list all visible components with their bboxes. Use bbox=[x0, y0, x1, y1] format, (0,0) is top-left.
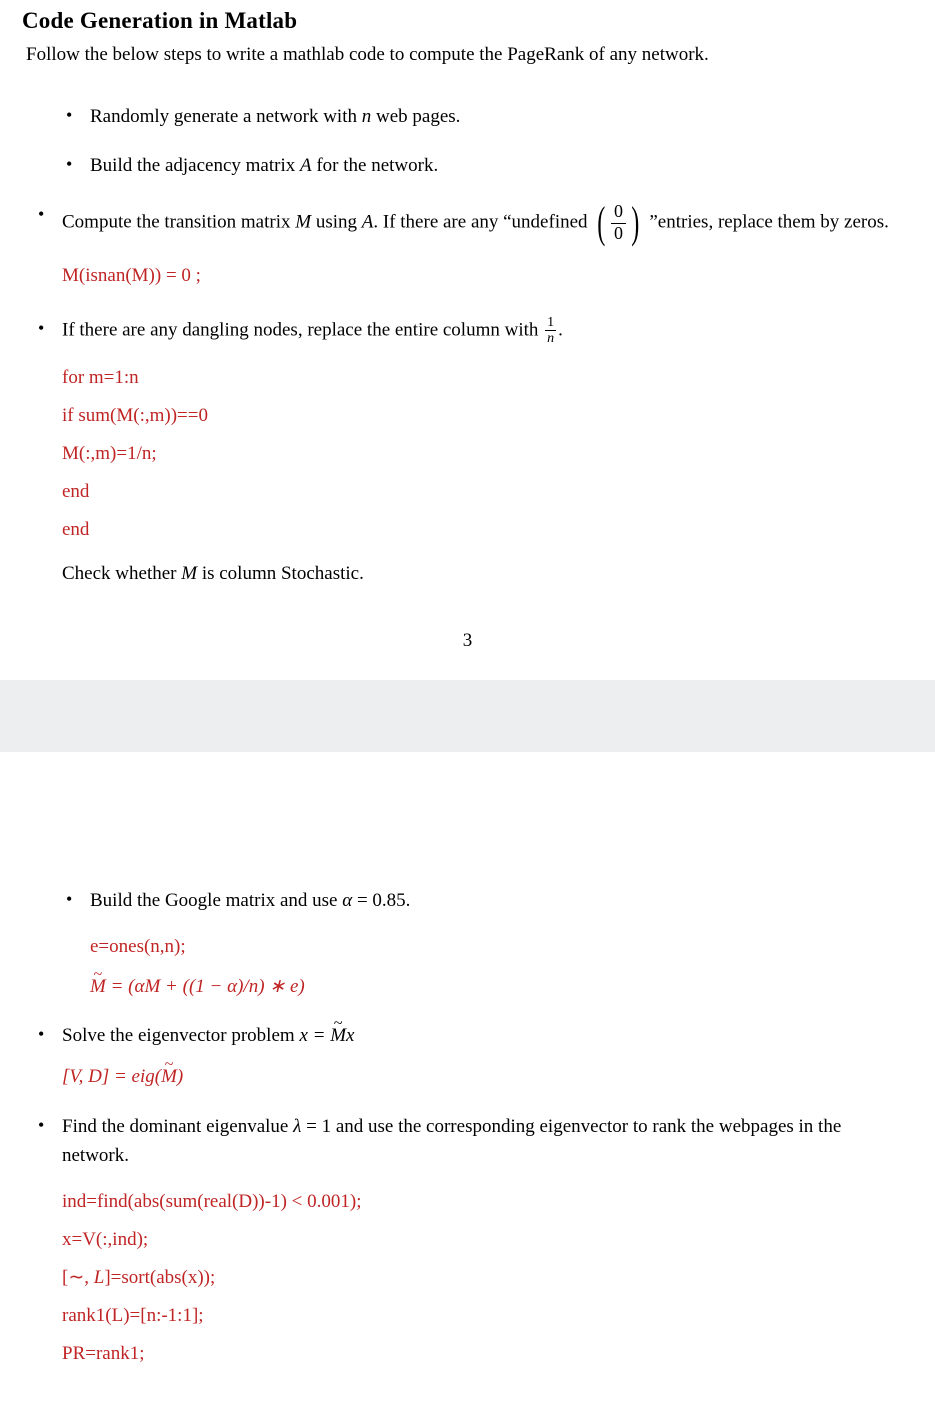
step-3-pre: Compute the transition matrix bbox=[62, 211, 295, 232]
eig-eq: x = Mx bbox=[299, 1025, 354, 1046]
step-4-pre: If there are any dangling nodes, replace… bbox=[62, 319, 543, 340]
step-5-eq: = 0.85. bbox=[352, 890, 410, 911]
var-alpha: α bbox=[342, 890, 352, 911]
left-paren-icon: ( bbox=[598, 201, 606, 245]
step-7-pre: Find the dominant eigenvalue bbox=[62, 1116, 293, 1137]
step-3: Compute the transition matrix M using A.… bbox=[38, 201, 913, 295]
page-gap bbox=[0, 680, 935, 752]
code-google-matrix: M = (αM + ((1 − α)/n) ∗ e) bbox=[90, 972, 913, 1001]
code-rank: ind=find(abs(sum(real(D))-1) < 0.001); x… bbox=[62, 1183, 913, 1373]
big-paren: ( 0 0 ) bbox=[594, 201, 642, 245]
intro-paragraph: Follow the below steps to write a mathla… bbox=[22, 44, 913, 66]
page-2: Build the Google matrix and use α = 0.85… bbox=[0, 878, 935, 1421]
fraction-0-0: 0 0 bbox=[611, 202, 626, 244]
fraction-1-n: 1 n bbox=[545, 315, 556, 347]
step-2: Build the adjacency matrix A for the net… bbox=[66, 151, 913, 180]
var-n: n bbox=[362, 106, 372, 127]
code-dangling: for m=1:n if sum(M(:,m))==0 M(:,m)=1/n; … bbox=[62, 359, 913, 549]
step-3-after: . If there are any “undefined bbox=[373, 211, 592, 232]
step-4-post: . bbox=[558, 319, 563, 340]
frac-den: 0 bbox=[612, 224, 625, 244]
code-eig: [V, D] = eig(M) bbox=[62, 1062, 913, 1091]
page-top-margin bbox=[0, 752, 935, 878]
step-2-text-pre: Build the adjacency matrix bbox=[90, 155, 300, 176]
step-list-page2: Build the Google matrix and use α = 0.85… bbox=[22, 886, 913, 1373]
var-M2: M bbox=[181, 563, 197, 584]
var-A2: A bbox=[362, 211, 374, 232]
step-4-check: Check whether M is column Stochastic. bbox=[62, 559, 913, 588]
frac-den-n: n bbox=[545, 331, 556, 346]
var-M: M bbox=[295, 211, 311, 232]
step-6: Solve the eigenvector problem x = Mx [V,… bbox=[38, 1021, 913, 1092]
check-pre: Check whether bbox=[62, 563, 181, 584]
code-ones: e=ones(n,n); bbox=[90, 928, 913, 966]
section-heading: Code Generation in Matlab bbox=[22, 8, 913, 34]
step-1-text-pre: Randomly generate a network with bbox=[90, 106, 362, 127]
step-list-page1: Randomly generate a network with n web p… bbox=[22, 102, 913, 588]
right-paren-icon: ) bbox=[631, 201, 639, 245]
check-post: is column Stochastic. bbox=[197, 563, 364, 584]
frac-num: 0 bbox=[611, 202, 626, 224]
step-5: Build the Google matrix and use α = 0.85… bbox=[66, 886, 913, 1001]
page-number: 3 bbox=[22, 630, 913, 652]
step-3-tail: ”entries, replace them by zeros. bbox=[649, 211, 889, 232]
step-6-pre: Solve the eigenvector problem bbox=[62, 1025, 299, 1046]
step-4: If there are any dangling nodes, replace… bbox=[38, 315, 913, 588]
var-A: A bbox=[300, 155, 312, 176]
step-1: Randomly generate a network with n web p… bbox=[66, 102, 913, 131]
step-3-mid: using bbox=[311, 211, 362, 232]
page-1: Code Generation in Matlab Follow the bel… bbox=[0, 0, 935, 680]
step-2-text-post: for the network. bbox=[312, 155, 439, 176]
frac-num-1: 1 bbox=[545, 315, 556, 331]
step-1-text-post: web pages. bbox=[371, 106, 460, 127]
code-isnan: M(isnan(M)) = 0 ; bbox=[62, 257, 913, 295]
step-7: Find the dominant eigenvalue λ = 1 and u… bbox=[38, 1112, 913, 1373]
step-5-pre: Build the Google matrix and use bbox=[90, 890, 342, 911]
